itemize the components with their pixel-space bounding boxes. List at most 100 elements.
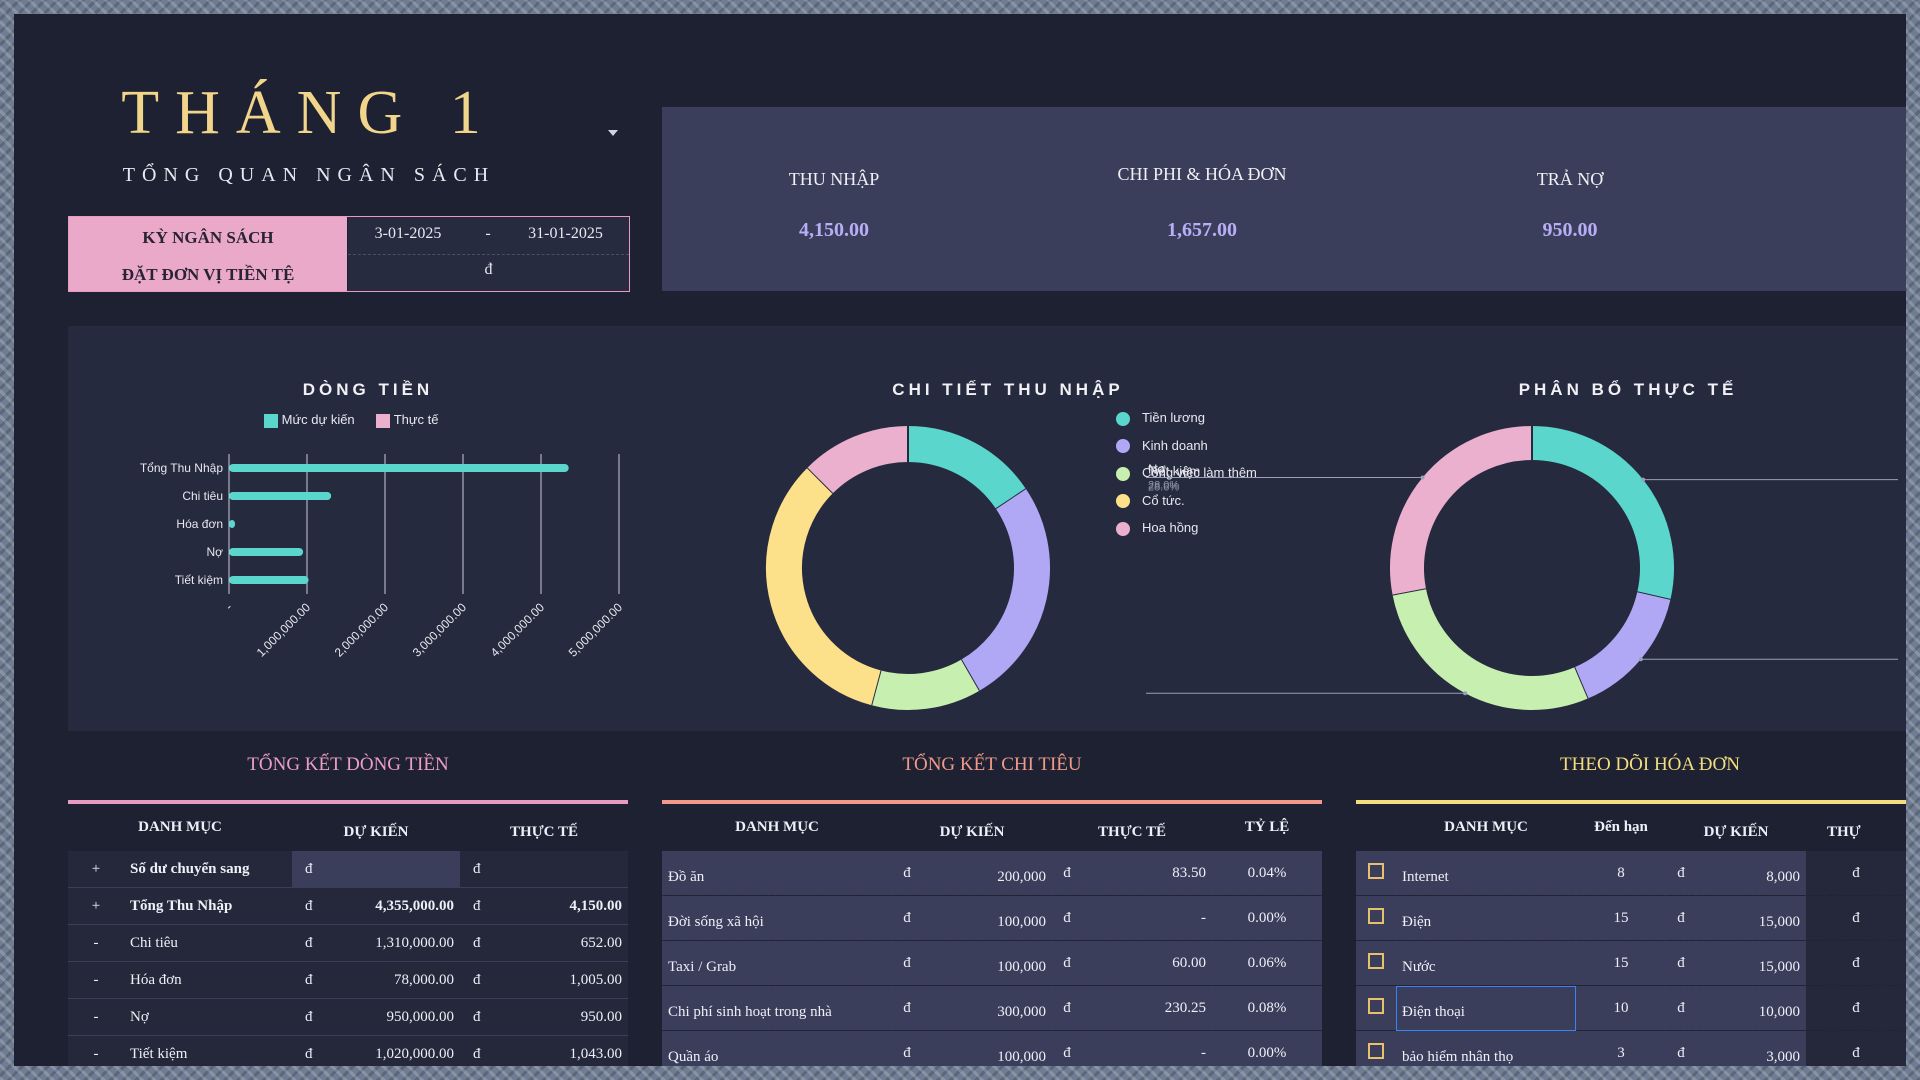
planned-amount[interactable]: 100,000 [922, 895, 1052, 941]
paid-checkbox-cell[interactable] [1356, 851, 1396, 896]
planned-amount[interactable] [325, 851, 460, 888]
currency-symbol: đ [1826, 895, 1886, 941]
actual-amount[interactable]: 230.25 [1082, 985, 1212, 1031]
due-day[interactable]: 15 [1576, 895, 1666, 941]
actual-amount[interactable]: 1,043.00 [493, 1035, 628, 1066]
planned-amount[interactable]: 950,000.00 [325, 998, 460, 1036]
currency-symbol: đ [892, 895, 922, 941]
planned-amount[interactable]: 1,310,000.00 [325, 924, 460, 962]
planned-amount[interactable]: 15,000 [1696, 895, 1806, 941]
due-day[interactable]: 8 [1576, 851, 1666, 896]
actual-amount[interactable] [1886, 895, 1906, 941]
legend-dot [1116, 494, 1130, 509]
x-tick-label: 2,000,000.00 [332, 600, 392, 660]
currency-symbol: đ [892, 851, 922, 896]
row-toggle[interactable]: - [68, 998, 124, 1036]
row-category[interactable]: Nước [1396, 940, 1576, 986]
planned-amount[interactable]: 3,000 [1696, 1030, 1806, 1066]
cashflow-bar-chart: - 1,000,000.00 2,000,000.00 3,000,000.00 4,0… [140, 454, 625, 660]
planned-amount[interactable]: 100,000 [922, 1030, 1052, 1066]
actual-amount[interactable]: 60.00 [1082, 940, 1212, 986]
planned-amount[interactable]: 4,355,000.00 [325, 887, 460, 925]
actual-amount[interactable]: 652.00 [493, 924, 628, 962]
row-toggle[interactable]: - [68, 961, 124, 999]
table-row: Đồ ăn đ 200,000 đ 83.50 0.04% [662, 851, 1322, 896]
currency-symbol: đ [1052, 940, 1082, 986]
actual-amount[interactable]: - [1082, 1030, 1212, 1066]
legend-dot [1116, 521, 1130, 536]
actual-amount[interactable]: 4,150.00 [493, 887, 628, 925]
paid-checkbox-cell[interactable] [1356, 985, 1396, 1031]
expense-label: CHI PHI & HÓA ĐƠN [1117, 164, 1287, 184]
actual-amount[interactable] [493, 851, 628, 888]
planned-amount[interactable]: 78,000.00 [325, 961, 460, 999]
paid-checkbox[interactable] [1368, 1042, 1384, 1059]
charts-panel: DÒNG TIỀN Mức dự kiến Thực tế - 1,000,000… [68, 326, 1906, 731]
paid-checkbox[interactable] [1368, 862, 1384, 879]
actual-amount[interactable] [1886, 1030, 1906, 1066]
table-row: - Tiết kiệm đ 1,020,000.00 đ 1,043.00 [68, 1035, 628, 1066]
x-tick-label: 1,000,000.00 [254, 600, 314, 660]
row-toggle[interactable]: - [68, 924, 124, 962]
period-start[interactable]: 3-01-2025 [358, 225, 458, 243]
row-toggle[interactable]: - [68, 1035, 124, 1066]
planned-amount[interactable]: 200,000 [922, 851, 1052, 896]
row-toggle[interactable]: + [68, 851, 124, 888]
income-chart-title: CHI TIẾT THU NHẬP [892, 380, 1124, 399]
legend-dot [1116, 466, 1130, 481]
ratio-value: 0.08% [1212, 985, 1322, 1031]
row-category[interactable]: Điện [1396, 895, 1576, 941]
actual-amount[interactable] [1886, 851, 1906, 896]
due-day[interactable]: 3 [1576, 1030, 1666, 1066]
paid-checkbox-cell[interactable] [1356, 1030, 1396, 1066]
due-day[interactable]: 10 [1576, 985, 1666, 1031]
row-category: Tiết kiệm [124, 1035, 292, 1066]
actual-amount[interactable]: - [1082, 895, 1212, 941]
paid-checkbox-cell[interactable] [1356, 940, 1396, 986]
budget-period-value[interactable]: 3-01-2025 - 31-01-2025 [348, 217, 629, 255]
dropdown-caret-icon[interactable] [608, 130, 618, 136]
bills-tracker-table: DANH MỤC Đến hạn DỰ KIẾN THỰ Internet 8 đ 8… [1356, 804, 1906, 1066]
debt-label: TRẢ NỢ [1536, 169, 1604, 189]
period-end[interactable]: 31-01-2025 [513, 225, 618, 243]
currency-symbol: đ [1052, 1030, 1082, 1066]
actual-amount[interactable]: 1,005.00 [493, 961, 628, 999]
currency-symbol: đ [292, 851, 326, 888]
row-category[interactable]: Internet [1396, 851, 1576, 896]
paid-checkbox-cell[interactable] [1356, 895, 1396, 941]
slice-side-job [871, 659, 979, 710]
currency-symbol: đ [459, 961, 494, 999]
currency-symbol: đ [459, 998, 494, 1036]
x-tick-label: 4,000,000.00 [488, 600, 548, 660]
table-row: Chi phí sinh hoạt trong nhà đ 300,000 đ 230.… [662, 985, 1322, 1031]
planned-amount[interactable]: 300,000 [922, 985, 1052, 1031]
row-category[interactable]: Điện thoại [1396, 985, 1576, 1031]
slice-label: Nợ [1148, 461, 1166, 476]
row-category[interactable]: bảo hiểm nhân thọ [1396, 1030, 1576, 1066]
planned-amount[interactable]: 15,000 [1696, 940, 1806, 986]
due-day[interactable]: 15 [1576, 940, 1666, 986]
actual-amount[interactable]: 950.00 [493, 998, 628, 1036]
currency-value[interactable]: đ [348, 255, 629, 291]
planned-amount[interactable]: 10,000 [1696, 985, 1806, 1031]
paid-checkbox[interactable] [1368, 997, 1384, 1014]
paid-checkbox[interactable] [1368, 907, 1384, 924]
planned-amount[interactable]: 1,020,000.00 [325, 1035, 460, 1066]
planned-amount[interactable]: 8,000 [1696, 851, 1806, 896]
actual-amount[interactable] [1886, 985, 1906, 1031]
actual-amount[interactable]: 83.50 [1082, 851, 1212, 896]
table-row: - Chi tiêu đ 1,310,000.00 đ 652.00 [68, 924, 628, 962]
row-toggle[interactable]: + [68, 887, 124, 925]
y-category-label: Hóa đơn [176, 517, 223, 531]
currency-symbol: đ [1826, 851, 1886, 896]
expense-summary-title: TỔNG KẾT CHI TIÊU [902, 754, 1082, 775]
actual-amount[interactable] [1886, 940, 1906, 986]
currency-symbol: đ [292, 998, 326, 1036]
paid-checkbox[interactable] [1368, 952, 1384, 969]
debt-value: 950.00 [1542, 219, 1598, 241]
income-value: 4,150.00 [799, 219, 869, 241]
y-category-label: Tổng Thu Nhập [140, 461, 223, 475]
planned-amount[interactable]: 100,000 [922, 940, 1052, 986]
slice-business [960, 489, 1050, 691]
row-category: Nợ [124, 998, 292, 1036]
